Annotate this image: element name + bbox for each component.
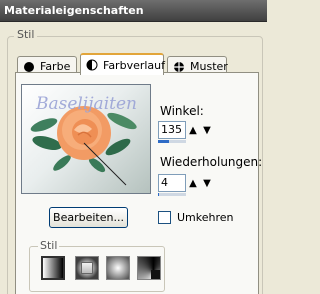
umkehren-option[interactable]: Umkehren — [158, 211, 234, 224]
spin-down-icon[interactable]: ▼ — [203, 125, 211, 136]
wiederholungen-slider-fill — [158, 193, 160, 196]
bearbeiten-button[interactable]: Bearbeiten... — [49, 207, 128, 228]
filled-circle-icon — [23, 61, 35, 73]
wiederholungen-label: Wiederholungen: — [160, 155, 263, 169]
corner-square-icon — [151, 270, 160, 279]
wiederholungen-slider-bar[interactable] — [158, 193, 186, 196]
spin-up-icon[interactable]: ▲ — [189, 125, 197, 136]
spin-up-icon[interactable]: ▲ — [189, 178, 197, 189]
tab-farbverlauf[interactable]: Farbverlauf — [80, 53, 166, 75]
pattern-ball-icon — [173, 61, 185, 73]
spin-down-icon[interactable]: ▼ — [203, 178, 211, 189]
umkehren-label: Umkehren — [177, 211, 234, 224]
style-group-label: Stil — [38, 239, 60, 252]
linear-style-button[interactable] — [41, 256, 65, 280]
window-title: Materialeigenschaften — [4, 4, 144, 17]
rose-image — [57, 106, 111, 160]
watermark-text: Baselijaiten — [35, 94, 137, 114]
half-circle-gradient-icon — [86, 59, 98, 71]
sunburst-style-button[interactable] — [106, 256, 130, 280]
winkel-spin-arrows[interactable]: ▲ ▼ — [186, 121, 214, 139]
wiederholungen-spin-arrows[interactable]: ▲ ▼ — [186, 174, 214, 192]
winkel-input[interactable]: 135 — [158, 121, 186, 139]
title-bar: Materialeigenschaften — [0, 0, 267, 22]
winkel-slider-bar[interactable] — [158, 140, 186, 143]
radial-style-button[interactable] — [137, 256, 161, 280]
winkel-label: Winkel: — [160, 104, 204, 118]
winkel-spinbox[interactable]: 135 ▲ ▼ — [158, 121, 216, 139]
tab-farbverlauf-label: Farbverlauf — [103, 58, 166, 72]
umkehren-checkbox[interactable] — [158, 211, 171, 224]
rectangular-style-button[interactable] — [75, 256, 99, 280]
winkel-slider-fill — [158, 140, 169, 143]
wiederholungen-spinbox[interactable]: 4 ▲ ▼ — [158, 174, 216, 192]
gradient-preview[interactable]: Baselijaiten — [21, 84, 151, 194]
wiederholungen-input[interactable]: 4 — [158, 174, 186, 192]
stil-group-label: Stil — [14, 28, 38, 41]
rectangle-gradient-icon — [81, 262, 93, 274]
